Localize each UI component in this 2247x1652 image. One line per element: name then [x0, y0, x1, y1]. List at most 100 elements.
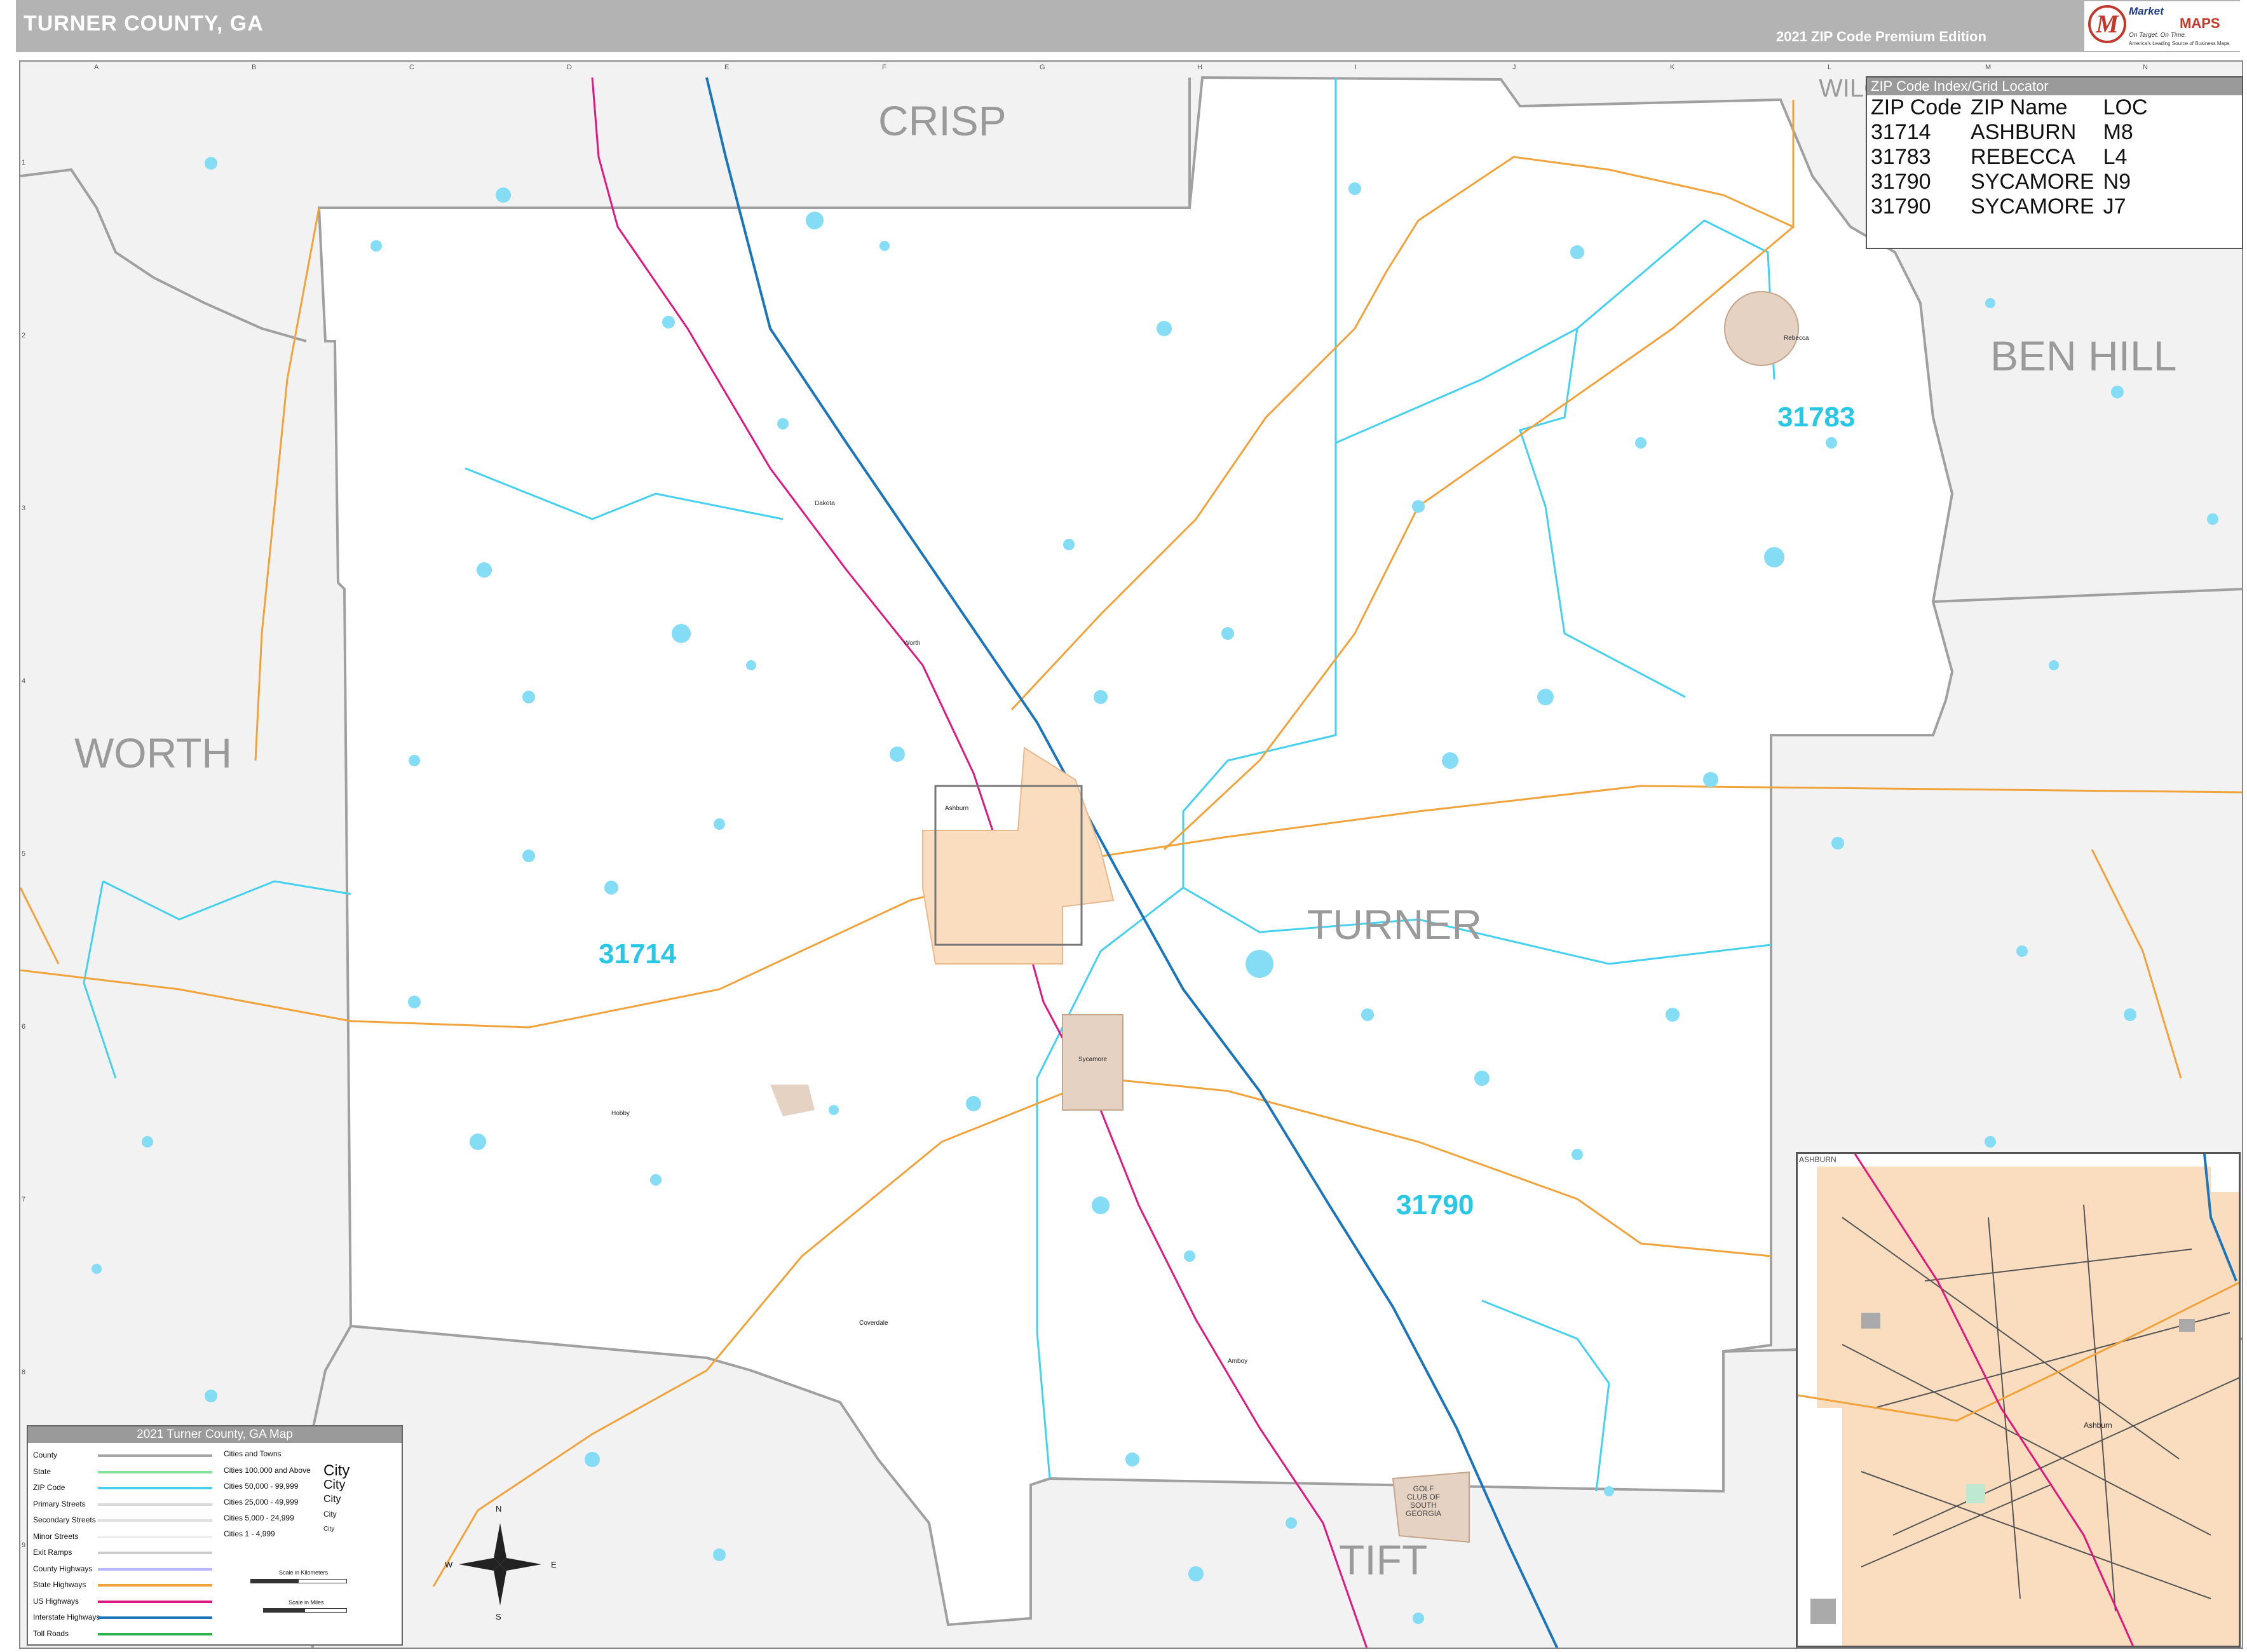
county-label-ben-hill: BEN HILL: [1990, 332, 2177, 379]
legend-item-label: County: [33, 1451, 58, 1459]
scale-km-label: Scale in Kilometers: [279, 1569, 329, 1576]
legend-line-swatch: [98, 1454, 212, 1457]
zip-index-row[interactable]: 31783 REBECCA L4: [1871, 145, 2157, 170]
legend-city-class: Cities 25,000 - 49,999: [224, 1498, 299, 1506]
grid-letter: F: [882, 64, 886, 71]
zip-name-cell: ASHBURN: [1971, 120, 2077, 144]
legend-city-class: Cities 1 - 4,999: [224, 1529, 275, 1538]
grid-number: 2: [22, 332, 26, 339]
county-label-crisp: CRISP: [878, 97, 1007, 144]
grid-letter: H: [1197, 64, 1202, 71]
grid-letter: D: [567, 64, 572, 71]
zip-index-row[interactable]: 31790 SYCAMORE N9: [1871, 170, 2157, 194]
logo-mark-icon: M: [2088, 5, 2126, 43]
zip-index-row[interactable]: 31714 ASHBURN M8: [1871, 120, 2157, 145]
grid-letter: J: [1512, 64, 1516, 71]
zip-loc-cell: L4: [2103, 145, 2128, 169]
zip-name-cell: SYCAMORE: [1971, 170, 2094, 194]
rebecca-city-area: [1724, 291, 1799, 366]
golf-club-label: GOLF CLUB OF SOUTH GEORGIA: [1406, 1485, 1441, 1518]
legend-city-sample: City: [323, 1478, 346, 1492]
inset-city-area: [1817, 1167, 2239, 1646]
zip-loc-cell: M8: [2103, 120, 2133, 144]
zip-name-cell: REBECCA: [1971, 145, 2075, 169]
legend-item-label: Primary Streets: [33, 1499, 86, 1508]
place-worth: Worth: [904, 640, 921, 647]
grid-letter: C: [409, 64, 414, 71]
zip-label-31714: 31714: [599, 938, 677, 970]
place-rebecca: Rebecca: [1784, 335, 1809, 342]
edition-label: 2021 ZIP Code Premium Edition: [1776, 29, 1986, 44]
worth-west-boundary: [20, 168, 307, 342]
compass-south: S: [496, 1612, 501, 1622]
grid-number: 6: [22, 1023, 26, 1031]
legend-line-swatch: [98, 1519, 212, 1522]
logo-word: Market: [2129, 5, 2164, 17]
zip-label-31790: 31790: [1396, 1189, 1474, 1221]
zip-index-header: ZIP Name: [1971, 95, 2068, 119]
grid-number: 5: [22, 850, 26, 858]
grid-letter: E: [724, 64, 730, 71]
legend-city-sample: City: [323, 1494, 341, 1505]
header-bar: TURNER COUNTY, GA 2021 ZIP Code Premium …: [16, 0, 2247, 52]
zip-index-title: ZIP Code Index/Grid Locator: [1867, 78, 2242, 95]
grid-letter: M: [1985, 64, 1992, 71]
zip-code-cell: 31790: [1871, 170, 1931, 194]
grid-letter: L: [1828, 64, 1832, 71]
legend-city-class: Cities 100,000 and Above: [224, 1466, 311, 1475]
legend-item-label: State Highways: [33, 1580, 86, 1589]
market-maps-logo[interactable]: M Market MAPS On Target. On Time. Americ…: [2084, 1, 2247, 51]
zip-code-cell: 31714: [1871, 120, 1931, 144]
legend-line-swatch: [98, 1584, 212, 1587]
zip-index-row[interactable]: 31790 SYCAMORE J7: [1871, 194, 2157, 219]
county-label-turner: TURNER: [1307, 901, 1482, 948]
compass-rose-icon: [459, 1523, 541, 1606]
legend-item-label: Secondary Streets: [33, 1515, 96, 1524]
grid-letter: A: [94, 64, 99, 71]
grid-number: 4: [22, 677, 26, 685]
ben-hill-boundary: [1932, 588, 2242, 603]
legend-city-sample: City: [323, 1462, 350, 1479]
grid-letter: I: [1355, 64, 1357, 71]
place-ashburn: Ashburn: [945, 805, 969, 812]
zip-index-header-row: ZIP Code ZIP Name LOC: [1871, 95, 2157, 120]
legend-item-label: Toll Roads: [33, 1628, 69, 1638]
legend-cities-title: Cities and Towns: [224, 1449, 282, 1458]
scale-bar-mi: [263, 1608, 347, 1613]
legend-line-swatch: [98, 1600, 212, 1603]
scale-bar-km: [250, 1579, 347, 1583]
grid-letter: B: [252, 64, 257, 71]
zip-code-cell: 31783: [1871, 145, 1931, 169]
legend-city-sample: City: [323, 1510, 337, 1519]
map-legend: 2021 Turner County, GA Map County State ZI…: [27, 1425, 403, 1646]
zip-label-31783: 31783: [1777, 402, 1856, 433]
inset-svg: [1798, 1154, 2239, 1646]
legend-line-swatch: [98, 1632, 212, 1635]
legend-city-class: Cities 50,000 - 99,999: [224, 1482, 299, 1491]
map-title: TURNER COUNTY, GA: [24, 11, 264, 36]
compass-west: W: [445, 1560, 453, 1569]
grid-number: 1: [22, 159, 26, 166]
legend-item-label: County Highways: [33, 1564, 93, 1573]
legend-city-class: Cities 5,000 - 24,999: [224, 1513, 294, 1522]
zip-index-panel: ZIP Code Index/Grid Locator ZIP Code ZIP…: [1866, 76, 2243, 249]
legend-line-swatch: [98, 1503, 212, 1506]
legend-line-swatch: [98, 1470, 212, 1473]
legend-line-swatch: [98, 1567, 212, 1571]
place-sycamore: Sycamore: [1078, 1056, 1108, 1063]
zip-name-cell: SYCAMORE: [1971, 194, 2094, 219]
county-label-worth: WORTH: [74, 729, 233, 776]
inset-place-ashburn: Ashburn: [2084, 1421, 2112, 1430]
legend-line-swatch: [98, 1552, 212, 1554]
legend-item-label: US Highways: [33, 1596, 79, 1606]
zip-index-header: LOC: [2103, 95, 2148, 119]
zip-loc-cell: N9: [2103, 170, 2131, 194]
grid-number: 8: [22, 1369, 26, 1376]
compass-east: E: [551, 1560, 557, 1569]
legend-city-sample: City: [323, 1526, 335, 1533]
logo-tagline: On Target. On Time.: [2129, 32, 2187, 39]
legend-title: 2021 Turner County, GA Map: [28, 1426, 402, 1443]
zip-loc-cell: J7: [2103, 194, 2126, 219]
ashburn-inset-map[interactable]: ASHBURN Ashburn: [1796, 1152, 2241, 1648]
place-amboy: Amboy: [1228, 1358, 1248, 1365]
